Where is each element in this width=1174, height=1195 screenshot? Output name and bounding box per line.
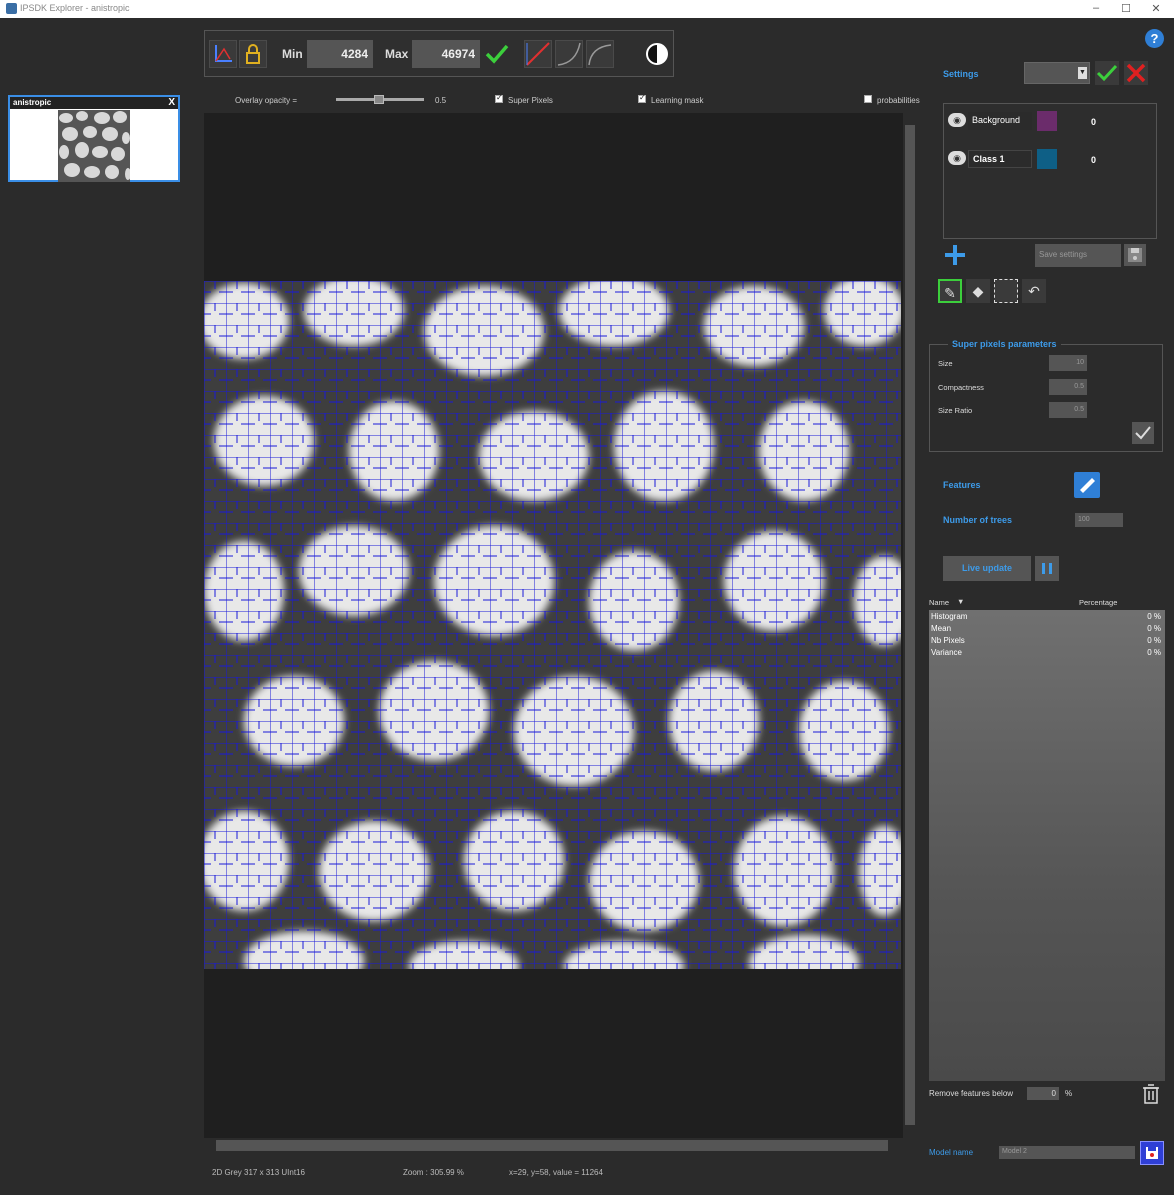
contrast-icon[interactable]: [644, 41, 670, 67]
model-name-label: Model name: [929, 1148, 974, 1157]
save-disk-icon[interactable]: [1124, 244, 1146, 266]
window-title: IPSDK Explorer - anistropic: [20, 3, 130, 13]
learning-mask-label: Learning mask: [651, 96, 704, 105]
class-name-class1[interactable]: Class 1: [968, 150, 1032, 168]
column-header-percentage[interactable]: Percentage: [1079, 598, 1117, 607]
overlay-opacity-value: 0.5: [435, 96, 447, 105]
slider-handle[interactable]: [374, 95, 384, 104]
class-name-background[interactable]: Background: [968, 112, 1032, 130]
superpixel-overlay: [204, 281, 901, 969]
sort-arrow-icon[interactable]: ▼: [957, 597, 964, 606]
live-update-button[interactable]: Live update: [943, 556, 1031, 581]
remove-features-label: Remove features below: [929, 1089, 1014, 1098]
undo-icon[interactable]: ↶: [1022, 279, 1046, 303]
sp-size-input[interactable]: 10: [1049, 355, 1087, 371]
probabilities-checkbox[interactable]: [864, 95, 872, 103]
remove-features-input[interactable]: 0: [1027, 1087, 1059, 1100]
class-color-swatch[interactable]: [1037, 111, 1057, 131]
help-icon[interactable]: ?: [1145, 29, 1164, 48]
list-item[interactable]: Nb Pixels 0 %: [931, 636, 1163, 648]
eraser-icon[interactable]: ◆: [966, 279, 990, 303]
display-toolbar: Min 4284 Max 46974: [204, 30, 674, 77]
trash-icon[interactable]: [1140, 1082, 1162, 1106]
vertical-scroll-thumb[interactable]: [905, 125, 915, 1125]
feature-list[interactable]: Histogram 0 % Mean 0 % Nb Pixels 0 % Varian…: [929, 610, 1165, 1081]
sp-size-label: Size: [938, 359, 953, 368]
percent-unit: %: [1065, 1089, 1073, 1098]
thumbnail-image: [58, 110, 130, 182]
exponential-curve-icon[interactable]: [555, 40, 583, 68]
close-window-button[interactable]: ✕: [1146, 2, 1166, 15]
horizontal-scroll-thumb[interactable]: [216, 1140, 888, 1151]
add-class-plus-icon[interactable]: [943, 243, 967, 267]
thumbnail-header: anistropic X: [10, 97, 178, 109]
learning-mask-checkbox[interactable]: [638, 93, 646, 103]
eye-icon[interactable]: ◉: [948, 151, 966, 165]
thumbnail-title: anistropic: [13, 98, 52, 107]
segmentation-image[interactable]: [204, 281, 901, 969]
zoom-level: Zoom : 305.99 %: [403, 1168, 464, 1177]
log-curve-icon[interactable]: [586, 40, 614, 68]
minimize-button[interactable]: –: [1086, 2, 1106, 14]
model-name-input[interactable]: Model 2: [999, 1146, 1135, 1159]
column-header-name[interactable]: Name: [929, 598, 949, 607]
cancel-settings-x-icon[interactable]: [1124, 61, 1148, 85]
super-pixels-label: Super Pixels: [508, 96, 553, 105]
eye-icon[interactable]: ◉: [948, 113, 966, 127]
selection-rectangle-icon[interactable]: [994, 279, 1018, 303]
linear-curve-icon[interactable]: [524, 40, 552, 68]
overlay-opacity-slider[interactable]: [336, 95, 424, 104]
min-input[interactable]: 4284: [307, 40, 373, 68]
axes-icon[interactable]: [209, 40, 237, 68]
save-settings-button[interactable]: Save settings: [1035, 244, 1121, 267]
maximize-button[interactable]: ☐: [1116, 2, 1136, 15]
max-input[interactable]: 46974: [412, 40, 480, 68]
feature-list-header[interactable]: Name ▼ Percentage: [929, 597, 1165, 609]
trees-input[interactable]: 100: [1075, 513, 1123, 527]
sp-compactness-label: Compactness: [938, 383, 984, 392]
apply-sp-checkmark-icon[interactable]: [1132, 422, 1154, 444]
image-info: 2D Grey 317 x 313 UInt16: [212, 1168, 305, 1177]
settings-label: Settings: [943, 69, 979, 79]
horizontal-scrollbar[interactable]: [204, 1138, 917, 1153]
edit-features-pencil-icon[interactable]: [1074, 472, 1100, 498]
cursor-readout: x=29, y=58, value = 11264: [509, 1168, 603, 1177]
app-icon: [6, 3, 17, 14]
list-item[interactable]: Mean 0 %: [931, 624, 1163, 636]
save-model-disk-icon[interactable]: [1140, 1141, 1164, 1165]
class-count: 0: [1091, 117, 1097, 127]
image-viewport[interactable]: [204, 113, 917, 1153]
sp-size-ratio-label: Size Ratio: [938, 406, 973, 415]
probabilities-label: probabilities: [877, 96, 920, 105]
list-item[interactable]: Variance 0 %: [931, 648, 1163, 660]
features-label: Features: [943, 480, 981, 490]
class-list: ◉ Background 0 ◉ Class 1 0: [943, 103, 1157, 239]
trees-label: Number of trees: [943, 515, 1013, 525]
settings-dropdown[interactable]: ▼: [1024, 62, 1090, 84]
overlay-opacity-label: Overlay opacity =: [235, 96, 298, 105]
sp-compactness-input[interactable]: 0.5: [1049, 379, 1087, 395]
min-label: Min: [282, 47, 303, 61]
class-count: 0: [1091, 155, 1097, 165]
class-color-swatch[interactable]: [1037, 149, 1057, 169]
vertical-scrollbar[interactable]: [903, 113, 917, 1138]
super-pixels-parameters-title: Super pixels parameters: [948, 339, 1061, 349]
thumbnail-close-button[interactable]: X: [168, 97, 175, 108]
pencil-icon[interactable]: ✎: [938, 279, 962, 303]
pause-icon[interactable]: [1035, 556, 1059, 581]
window-titlebar: IPSDK Explorer - anistropic – ☐ ✕: [0, 0, 1174, 18]
super-pixels-parameters-group: [929, 344, 1163, 452]
apply-range-checkmark-icon[interactable]: [483, 40, 511, 68]
image-thumbnail[interactable]: anistropic X: [8, 95, 180, 182]
overlay-options: Overlay opacity = 0.5 Super Pixels Learn…: [204, 92, 920, 108]
list-item[interactable]: Histogram 0 %: [931, 612, 1163, 624]
apply-settings-checkmark-icon[interactable]: [1095, 61, 1119, 85]
super-pixels-checkbox[interactable]: [495, 93, 503, 103]
max-label: Max: [385, 47, 409, 61]
sp-size-ratio-input[interactable]: 0.5: [1049, 402, 1087, 418]
chevron-down-icon: ▼: [1078, 67, 1087, 79]
lock-icon[interactable]: [239, 40, 267, 68]
